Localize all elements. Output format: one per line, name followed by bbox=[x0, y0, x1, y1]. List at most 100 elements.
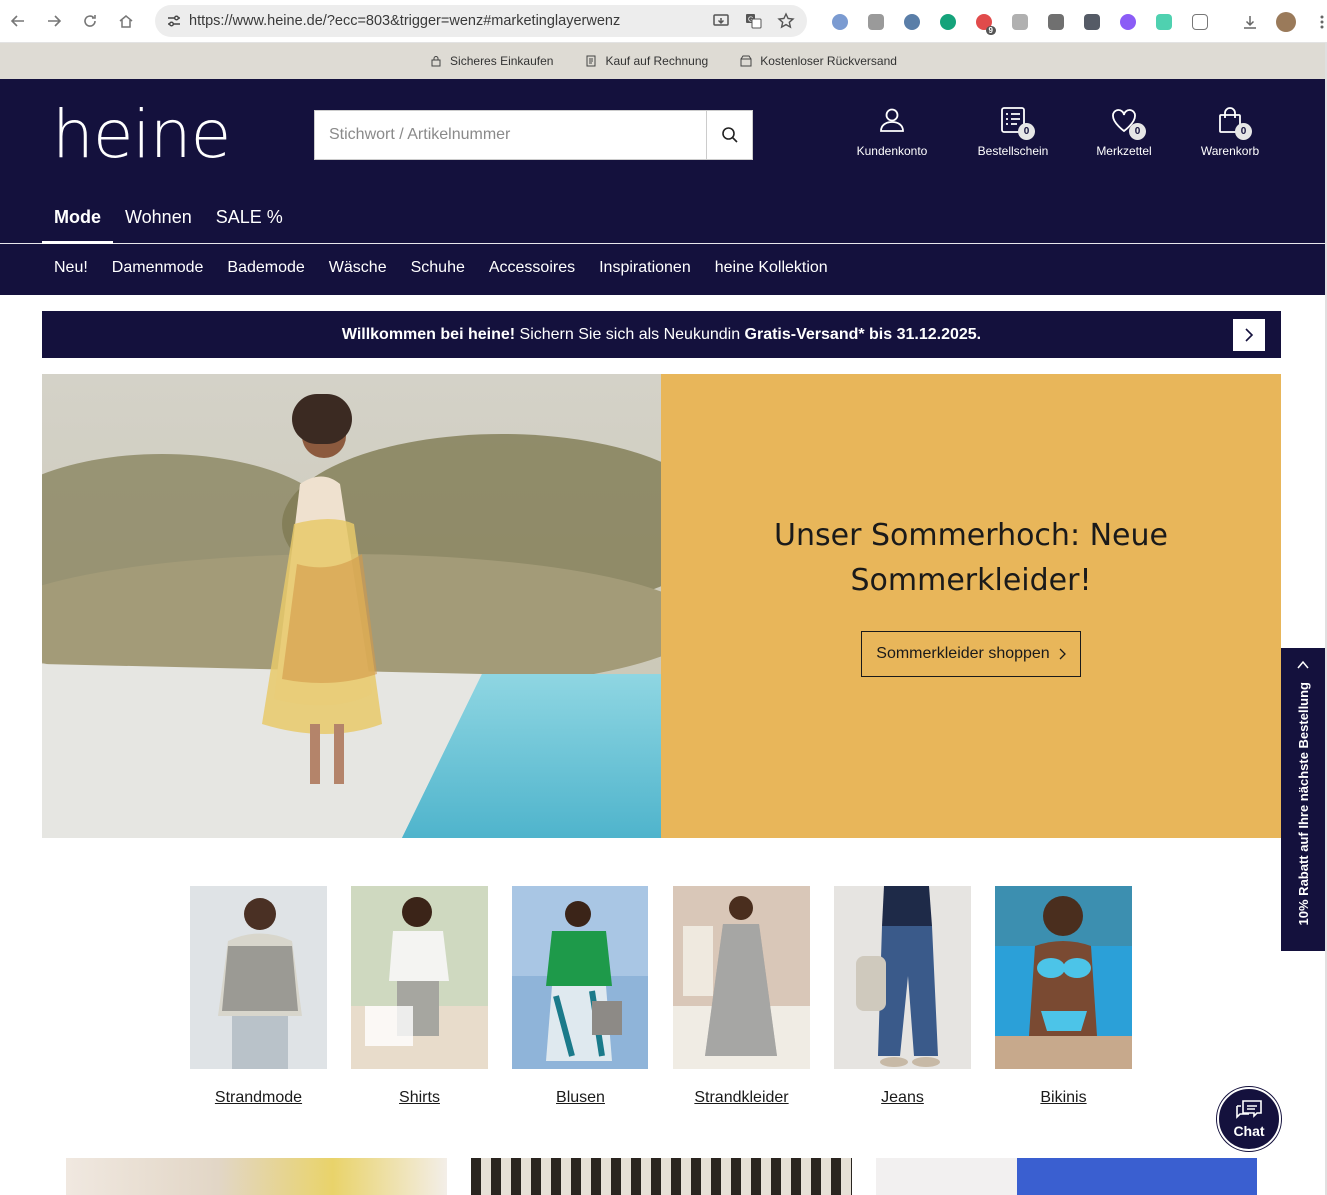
category-image[interactable] bbox=[995, 886, 1132, 1069]
wishlist-badge: 0 bbox=[1129, 123, 1146, 140]
nav-item-waesche[interactable]: Wäsche bbox=[317, 259, 399, 277]
grammarly-ext-icon[interactable] bbox=[930, 0, 966, 43]
hero-text-panel: Unser Sommerhoch: Neue Sommerkleider! So… bbox=[661, 374, 1281, 838]
category-tile-bikinis[interactable]: Bikinis bbox=[995, 886, 1132, 1107]
category-tile-strandkleider[interactable]: Strandkleider bbox=[673, 886, 810, 1107]
category-label[interactable]: Strandkleider bbox=[694, 1089, 788, 1107]
nav-divider bbox=[0, 243, 1327, 244]
menu-kebab-icon[interactable] bbox=[1304, 0, 1327, 43]
address-bar[interactable]: https://www.heine.de/?ecc=803&trigger=we… bbox=[155, 5, 807, 37]
hero-teaser[interactable]: Unser Sommerhoch: Neue Sommerkleider! So… bbox=[42, 374, 1281, 838]
trust-label: Kostenloser Rückversand bbox=[760, 54, 897, 68]
category-label[interactable]: Blusen bbox=[556, 1089, 605, 1107]
category-nav: Neu! Damenmode Bademode Wäsche Schuhe Ac… bbox=[42, 259, 840, 277]
tab-wohnen[interactable]: Wohnen bbox=[113, 206, 204, 244]
puzzle-ext-icon[interactable] bbox=[1182, 0, 1218, 43]
welcome-banner[interactable]: Willkommen bei heine! Sichern Sie sich a… bbox=[42, 311, 1281, 358]
category-image[interactable] bbox=[351, 886, 488, 1069]
nav-item-neu[interactable]: Neu! bbox=[42, 259, 100, 277]
home-icon bbox=[119, 15, 133, 28]
category-image[interactable] bbox=[673, 886, 810, 1069]
nav-item-bademode[interactable]: Bademode bbox=[215, 259, 316, 277]
dots-ext-icon[interactable] bbox=[1074, 0, 1110, 43]
cart-link[interactable]: 0 Warenkorb bbox=[1190, 104, 1270, 158]
chat-button[interactable]: Chat bbox=[1217, 1087, 1281, 1151]
order-form-link[interactable]: 0 Bestellschein bbox=[968, 104, 1058, 158]
trust-item-returns[interactable]: Kostenloser Rückversand bbox=[740, 54, 897, 68]
category-label[interactable]: Strandmode bbox=[215, 1089, 302, 1107]
teaser-image[interactable] bbox=[66, 1158, 447, 1195]
g-ext-icon[interactable] bbox=[1038, 0, 1074, 43]
discount-side-tab[interactable]: 10% Rabatt auf Ihre nächste Bestellung bbox=[1281, 648, 1325, 951]
discount-tab-text: 10% Rabatt auf Ihre nächste Bestellung bbox=[1295, 682, 1311, 926]
account-label: Kundenkonto bbox=[856, 144, 928, 158]
teaser-image[interactable] bbox=[471, 1158, 852, 1195]
nav-item-inspirationen[interactable]: Inspirationen bbox=[587, 259, 703, 277]
back-button[interactable] bbox=[0, 3, 36, 39]
star-icon[interactable] bbox=[777, 12, 795, 30]
category-image[interactable] bbox=[190, 886, 327, 1069]
search-input[interactable] bbox=[315, 111, 706, 159]
trust-label: Sicheres Einkaufen bbox=[450, 54, 554, 68]
category-image[interactable] bbox=[512, 886, 649, 1069]
wishlist-link[interactable]: 0 Merkzettel bbox=[1084, 104, 1164, 158]
extensions-bar: 9 bbox=[822, 0, 1327, 43]
home-button[interactable] bbox=[108, 3, 144, 39]
camera-ext-icon[interactable] bbox=[858, 0, 894, 43]
category-image[interactable] bbox=[834, 886, 971, 1069]
url-text[interactable]: https://www.heine.de/?ecc=803&trigger=we… bbox=[189, 13, 620, 29]
tab-sale[interactable]: SALE % bbox=[204, 206, 295, 244]
nav-item-accessoires[interactable]: Accessoires bbox=[477, 259, 587, 277]
banner-body: Sichern Sie sich als Neukundin bbox=[515, 325, 745, 343]
forward-button[interactable] bbox=[36, 3, 72, 39]
shop-summer-dresses-button[interactable]: Sommerkleider shoppen bbox=[861, 631, 1081, 677]
banner-bold-offer: Gratis-Versand* bis 31.12.2025. bbox=[744, 325, 982, 343]
category-tile-jeans[interactable]: Jeans bbox=[834, 886, 971, 1107]
translate-icon[interactable]: G bbox=[745, 13, 763, 29]
receipt-icon bbox=[586, 55, 596, 67]
nav-item-heine-kollektion[interactable]: heine Kollektion bbox=[703, 259, 840, 277]
category-tile-strandmode[interactable]: Strandmode bbox=[190, 886, 327, 1107]
red-badge-ext-icon[interactable]: 9 bbox=[966, 0, 1002, 43]
category-label[interactable]: Shirts bbox=[399, 1089, 440, 1107]
cart-label: Warenkorb bbox=[1200, 144, 1260, 158]
header-actions: Kundenkonto 0 Bestellschein 0 Merkzettel… bbox=[850, 104, 1270, 158]
category-label[interactable]: Bikinis bbox=[1040, 1089, 1086, 1107]
site-settings-icon[interactable] bbox=[159, 13, 189, 29]
shield-ext-icon[interactable] bbox=[822, 0, 858, 43]
gear-ext-icon[interactable] bbox=[894, 0, 930, 43]
arrow-right-icon bbox=[48, 15, 62, 27]
category-tile-blusen[interactable]: Blusen bbox=[512, 886, 649, 1107]
order-label: Bestellschein bbox=[977, 144, 1049, 158]
trust-item-invoice[interactable]: Kauf auf Rechnung bbox=[585, 54, 708, 68]
browser-toolbar: https://www.heine.de/?ecc=803&trigger=we… bbox=[0, 0, 1327, 43]
search-button[interactable] bbox=[706, 111, 752, 159]
wishlist-label: Merkzettel bbox=[1096, 144, 1152, 158]
heine-logo[interactable]: heine bbox=[52, 102, 231, 168]
account-link[interactable]: Kundenkonto bbox=[850, 104, 934, 158]
lock-icon bbox=[431, 56, 441, 67]
category-label[interactable]: Jeans bbox=[881, 1089, 924, 1107]
search-box bbox=[314, 110, 753, 160]
nav-item-schuhe[interactable]: Schuhe bbox=[399, 259, 477, 277]
ext-badge: 9 bbox=[985, 26, 996, 35]
category-tile-shirts[interactable]: Shirts bbox=[351, 886, 488, 1107]
purple-ext-icon[interactable] bbox=[1110, 0, 1146, 43]
green-ext-icon[interactable] bbox=[1146, 0, 1182, 43]
teaser-image[interactable] bbox=[876, 1158, 1257, 1195]
download-icon[interactable] bbox=[1232, 0, 1268, 43]
reload-icon bbox=[84, 15, 96, 27]
hero-image[interactable] bbox=[42, 374, 661, 838]
cart-badge: 0 bbox=[1235, 123, 1252, 140]
install-app-icon[interactable] bbox=[713, 13, 731, 29]
tab-mode[interactable]: Mode bbox=[42, 206, 113, 244]
avatar[interactable] bbox=[1268, 0, 1304, 43]
trust-item-secure[interactable]: Sicheres Einkaufen bbox=[430, 54, 553, 68]
reload-button[interactable] bbox=[72, 3, 108, 39]
banner-text: Willkommen bei heine! Sichern Sie sich a… bbox=[342, 326, 981, 344]
slash-ext-icon[interactable] bbox=[1002, 0, 1038, 43]
chevron-up-icon bbox=[1297, 660, 1309, 669]
hero-title: Unser Sommerhoch: Neue Sommerkleider! bbox=[774, 518, 1168, 598]
banner-next-button[interactable] bbox=[1233, 319, 1265, 351]
nav-item-damenmode[interactable]: Damenmode bbox=[100, 259, 216, 277]
